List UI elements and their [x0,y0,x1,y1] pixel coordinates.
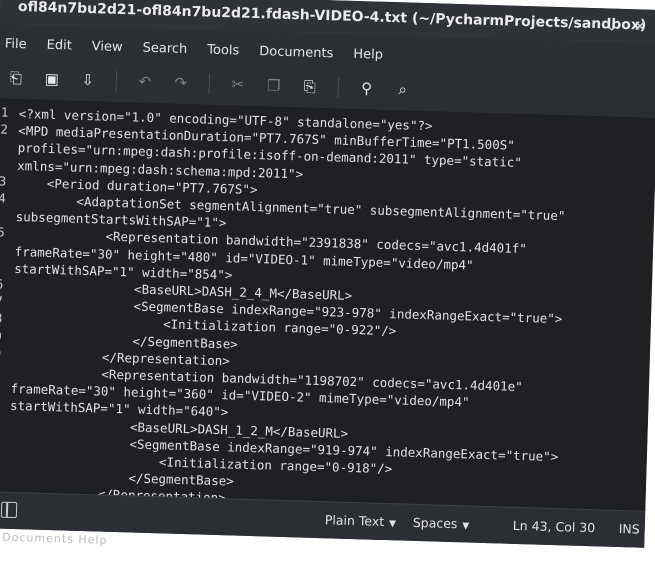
close-button[interactable]: ✕ [633,17,646,35]
indent-selector[interactable]: Spaces ▼ [413,515,470,532]
menu-file[interactable]: File [0,36,37,52]
toolbar-separator [208,73,211,94]
minimize-button[interactable]: ⌄ [605,16,618,34]
line-number: 5 [0,224,6,241]
menu-edit[interactable]: Edit [36,37,82,53]
line-number: 6 [0,276,4,292]
sidebar-toggle-icon[interactable] [0,501,18,519]
line-number: 1 [0,362,1,377]
line-number: 1 [0,104,9,120]
copy-icon[interactable]: ❐ [259,72,288,99]
search-icon[interactable]: ⚲ [352,75,381,102]
insert-mode: INS [618,520,640,537]
line-number: 3 [0,173,7,189]
chevron-down-icon: ▼ [388,519,397,530]
menu-view[interactable]: View [82,38,133,55]
new-document-icon[interactable]: ⎗ [1,64,30,91]
chevron-down-icon: ▼ [462,521,470,532]
open-document-icon[interactable]: ▣ [37,66,66,93]
redo-icon[interactable]: ↷ [166,69,195,96]
editor-text[interactable]: <?xml version="1.0" encoding="UTF-8" sta… [7,105,655,511]
line-number: 2 [0,121,9,137]
undo-icon[interactable]: ↶ [130,68,159,95]
text-editor[interactable]: 1234567890123456 <?xml version="1.0" enc… [0,98,655,511]
line-number: 0 [0,345,1,360]
screenshot-stage: ofl84n7bu2d21-ofl84n7bu2d21.fdash-VIDEO-… [0,0,655,561]
toolbar-separator [337,77,340,98]
indent-label: Spaces [412,514,458,532]
gedit-window: ofl84n7bu2d21-ofl84n7bu2d21.fdash-VIDEO-… [0,0,655,548]
background-menu-text: Documents Help [2,530,108,547]
syntax-label: Plain Text [324,512,385,530]
line-number: 8 [0,310,3,326]
menu-help[interactable]: Help [343,46,393,62]
menu-search[interactable]: Search [132,40,197,57]
syntax-selector[interactable]: Plain Text ▼ [325,512,397,529]
replace-icon[interactable]: ⌕ [388,76,417,103]
window-title: ofl84n7bu2d21-ofl84n7bu2d21.fdash-VIDEO-… [17,0,647,34]
menu-tools[interactable]: Tools [197,42,249,59]
menu-documents[interactable]: Documents [249,43,344,61]
toolbar-separator [115,70,118,91]
line-number: 4 [0,190,7,206]
save-document-icon[interactable]: ⇩ [73,67,102,94]
cursor-position[interactable]: Ln 43, Col 30 [513,518,596,535]
cut-icon[interactable]: ✂ [223,71,252,98]
paste-icon[interactable]: ⎘ [295,73,324,100]
line-number: 7 [0,293,3,309]
line-number: 9 [0,328,2,343]
